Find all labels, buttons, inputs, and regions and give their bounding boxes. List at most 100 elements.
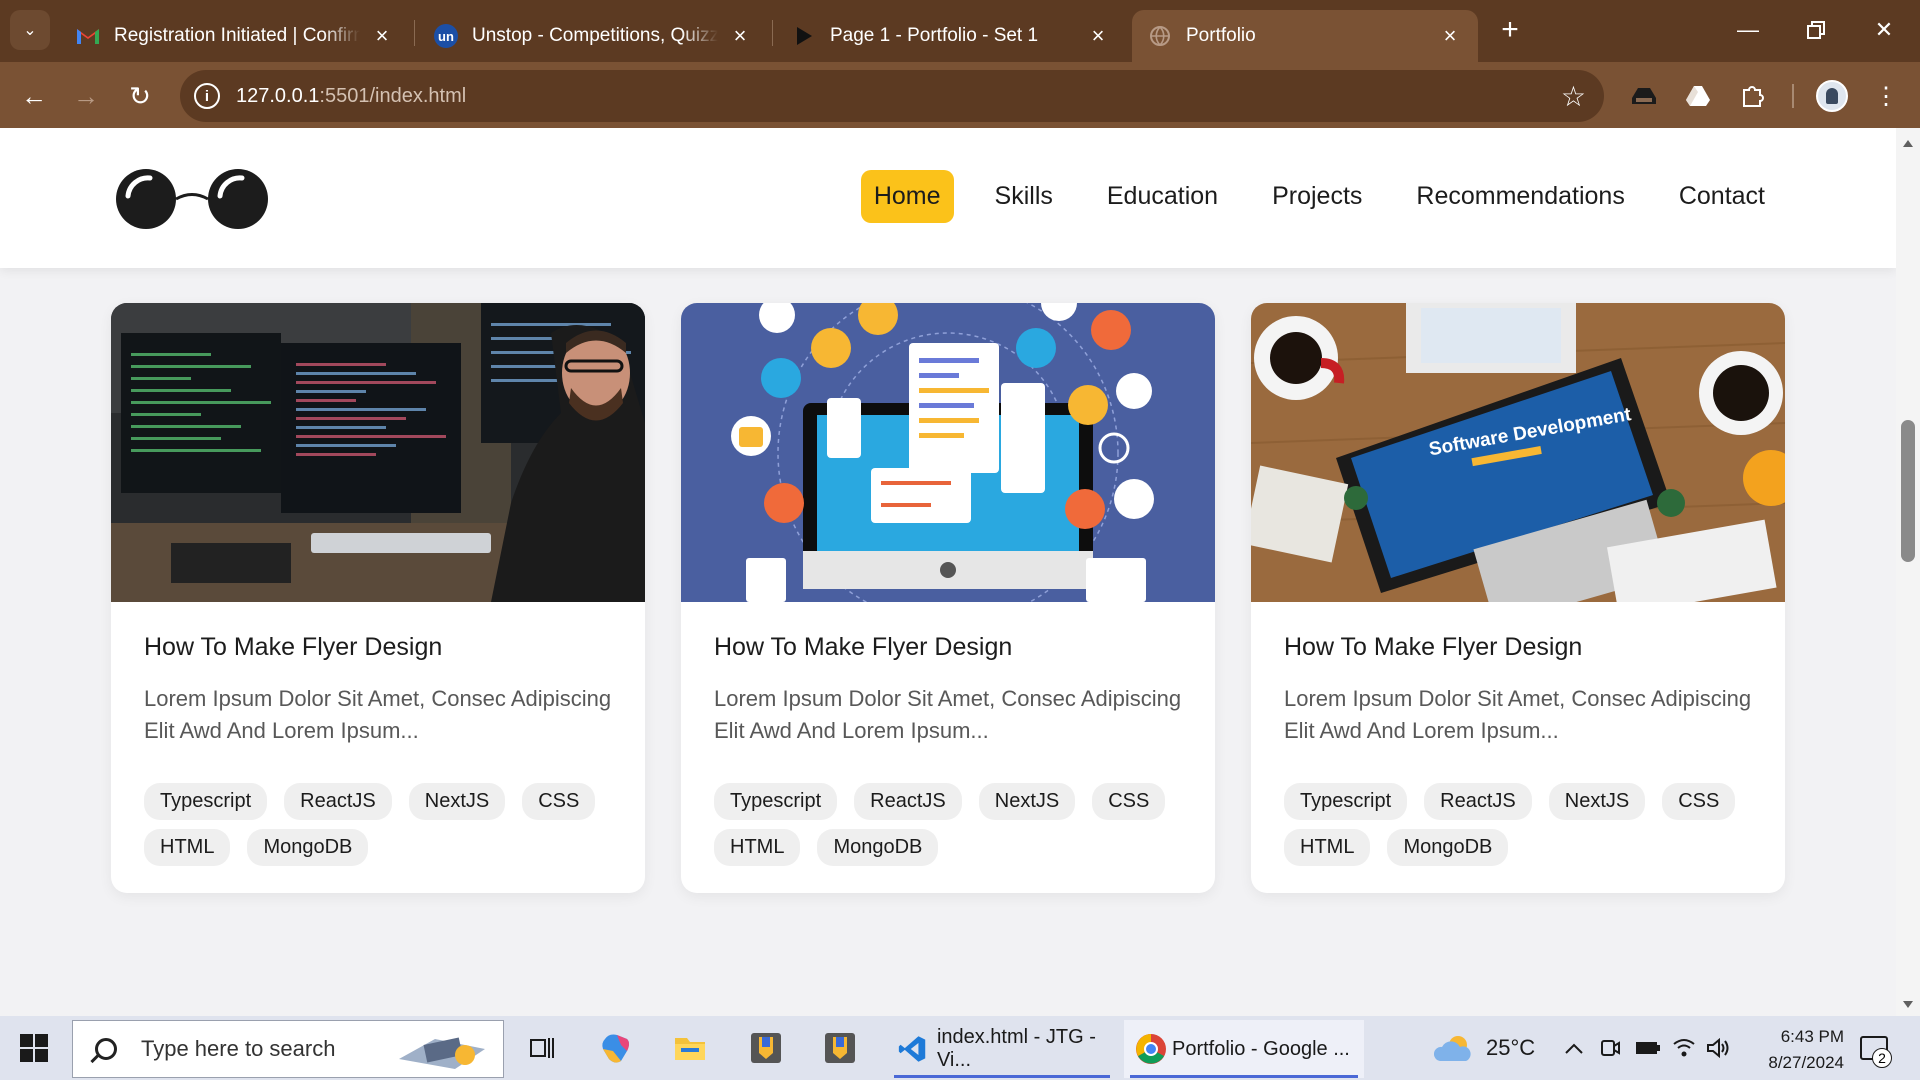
running-indicator [1130,1075,1358,1078]
gmail-icon [76,24,100,48]
chrome-icon [1136,1034,1166,1064]
tag: MongoDB [1387,829,1509,866]
extensions-puzzle-icon[interactable] [1734,78,1770,114]
toolbar-separator [1792,84,1794,108]
new-tab-plus-icon[interactable]: + [1492,12,1528,48]
scroll-thumb[interactable] [1901,420,1915,562]
tab-portfolio[interactable]: Portfolio × [1132,10,1478,62]
play-icon [792,24,816,48]
tag: NextJS [978,783,1076,820]
extension-icon[interactable] [1626,78,1662,114]
tag: Typescript [1284,783,1408,820]
main-nav: Home Skills Education Projects Recommend… [833,170,1778,223]
pinned-app-icon[interactable] [822,1030,858,1066]
project-card[interactable]: How To Make Flyer Design Lorem Ipsum Dol… [681,303,1215,893]
show-hidden-icons-chevron-icon[interactable] [1556,1030,1592,1066]
nav-recommendations[interactable]: Recommendations [1403,170,1637,223]
tab-unstop[interactable]: un Unstop - Competitions, Quizzes × [418,10,768,62]
address-bar[interactable]: i 127.0.0.1:5501/index.html ☆ [180,70,1604,122]
project-card[interactable]: Software Development How To Make Flyer D… [1251,303,1785,893]
project-cards: How To Make Flyer Design Lorem Ipsum Dol… [111,303,1785,893]
tag: ReactJS [854,783,962,820]
restore-icon[interactable] [1794,10,1838,50]
tag: MongoDB [817,829,939,866]
task-view-icon[interactable] [524,1030,560,1066]
more-menu-icon[interactable]: ⋮ [1868,78,1904,114]
browser-toolbar: ← → ↻ i 127.0.0.1:5501/index.html ☆ ⋮ [0,62,1920,128]
software-development-desk-image: Software Development [1251,303,1785,602]
nav-contact[interactable]: Contact [1666,170,1778,223]
bookmark-star-icon[interactable]: ☆ [1561,80,1586,113]
taskbar-app-vscode[interactable]: index.html - JTG - Vi... [888,1020,1116,1078]
page-scrollbar[interactable] [1896,128,1920,1016]
close-tab-icon[interactable]: × [728,23,752,49]
close-tab-icon[interactable]: × [1086,23,1110,49]
site-header: Home Skills Education Projects Recommend… [0,128,1896,268]
project-tags: Typescript ReactJS NextJS CSS HTML Mongo… [144,783,624,866]
search-highlight-image [399,1037,485,1069]
globe-icon [1148,24,1172,48]
tag: ReactJS [1424,783,1532,820]
url-text[interactable]: 127.0.0.1:5501/index.html [236,85,466,108]
site-info-icon[interactable]: i [194,83,220,109]
back-arrow-icon[interactable]: ← [14,76,54,116]
tab-separator [414,20,415,46]
drive-extension-icon[interactable] [1680,78,1716,114]
project-title: How To Make Flyer Design [1284,633,1583,661]
project-description: Lorem Ipsum Dolor Sit Amet, Consec Adipi… [714,686,1182,743]
profile-avatar[interactable] [1816,80,1848,112]
tab-separator [772,20,773,46]
project-card[interactable]: How To Make Flyer Design Lorem Ipsum Dol… [111,303,645,893]
project-title: How To Make Flyer Design [714,633,1013,661]
search-icon [95,1038,117,1060]
nav-skills[interactable]: Skills [982,170,1066,223]
tag: ReactJS [284,783,392,820]
glasses-logo[interactable] [114,166,270,232]
volume-icon[interactable] [1700,1030,1736,1066]
tag: HTML [144,829,231,866]
tab-gmail[interactable]: Registration Initiated | Confirmation × [60,10,410,62]
tag: NextJS [408,783,506,820]
cloud-icon [1434,1036,1471,1061]
forward-arrow-icon[interactable]: → [66,76,106,116]
tag: NextJS [1548,783,1646,820]
taskbar-app-chrome[interactable]: Portfolio - Google ... [1124,1020,1364,1078]
tag: CSS [1662,783,1736,820]
tag: MongoDB [247,829,369,866]
close-window-icon[interactable]: ✕ [1862,10,1906,50]
tag: HTML [714,829,801,866]
browser-tabstrip: ⌄ Registration Initiated | Confirmation … [0,0,1920,62]
tab-page1-portfolio[interactable]: Page 1 - Portfolio - Set 1 × [776,10,1126,62]
wifi-icon[interactable] [1666,1030,1702,1066]
pinned-app-icon[interactable] [748,1030,784,1066]
tag: Typescript [144,783,268,820]
taskbar-search-input[interactable]: Type here to search [72,1020,504,1078]
project-title: How To Make Flyer Design [144,633,443,661]
copilot-icon[interactable] [598,1030,634,1066]
tab-search-button[interactable]: ⌄ [10,10,50,50]
running-indicator [894,1075,1110,1078]
battery-icon[interactable] [1630,1030,1666,1066]
windows-taskbar: Type here to search index.html - JTG - V… [0,1016,1920,1080]
nav-projects[interactable]: Projects [1259,170,1375,223]
developer-at-monitors-image [111,303,645,602]
windows-start-icon[interactable] [20,1034,48,1062]
scroll-down-arrow-icon[interactable] [1903,1001,1913,1008]
nav-home[interactable]: Home [860,170,954,223]
weather-widget[interactable]: 25°C [1434,1016,1535,1080]
meet-now-icon[interactable] [1592,1030,1628,1066]
scroll-up-arrow-icon[interactable] [1903,140,1913,147]
close-tab-icon[interactable]: × [370,23,394,49]
tag: CSS [522,783,596,820]
tag: Typescript [714,783,838,820]
system-clock[interactable]: 6:43 PM 8/27/2024 [1734,1024,1844,1076]
file-explorer-icon[interactable] [672,1030,708,1066]
vscode-icon [898,1036,926,1062]
computer-network-illustration-image [681,303,1215,602]
reload-icon[interactable]: ↻ [120,76,160,116]
project-tags: Typescript ReactJS NextJS CSS HTML Mongo… [1284,783,1764,866]
tag: CSS [1092,783,1166,820]
nav-education[interactable]: Education [1094,170,1231,223]
minimize-icon[interactable]: — [1726,10,1770,50]
close-tab-icon[interactable]: × [1438,23,1462,49]
